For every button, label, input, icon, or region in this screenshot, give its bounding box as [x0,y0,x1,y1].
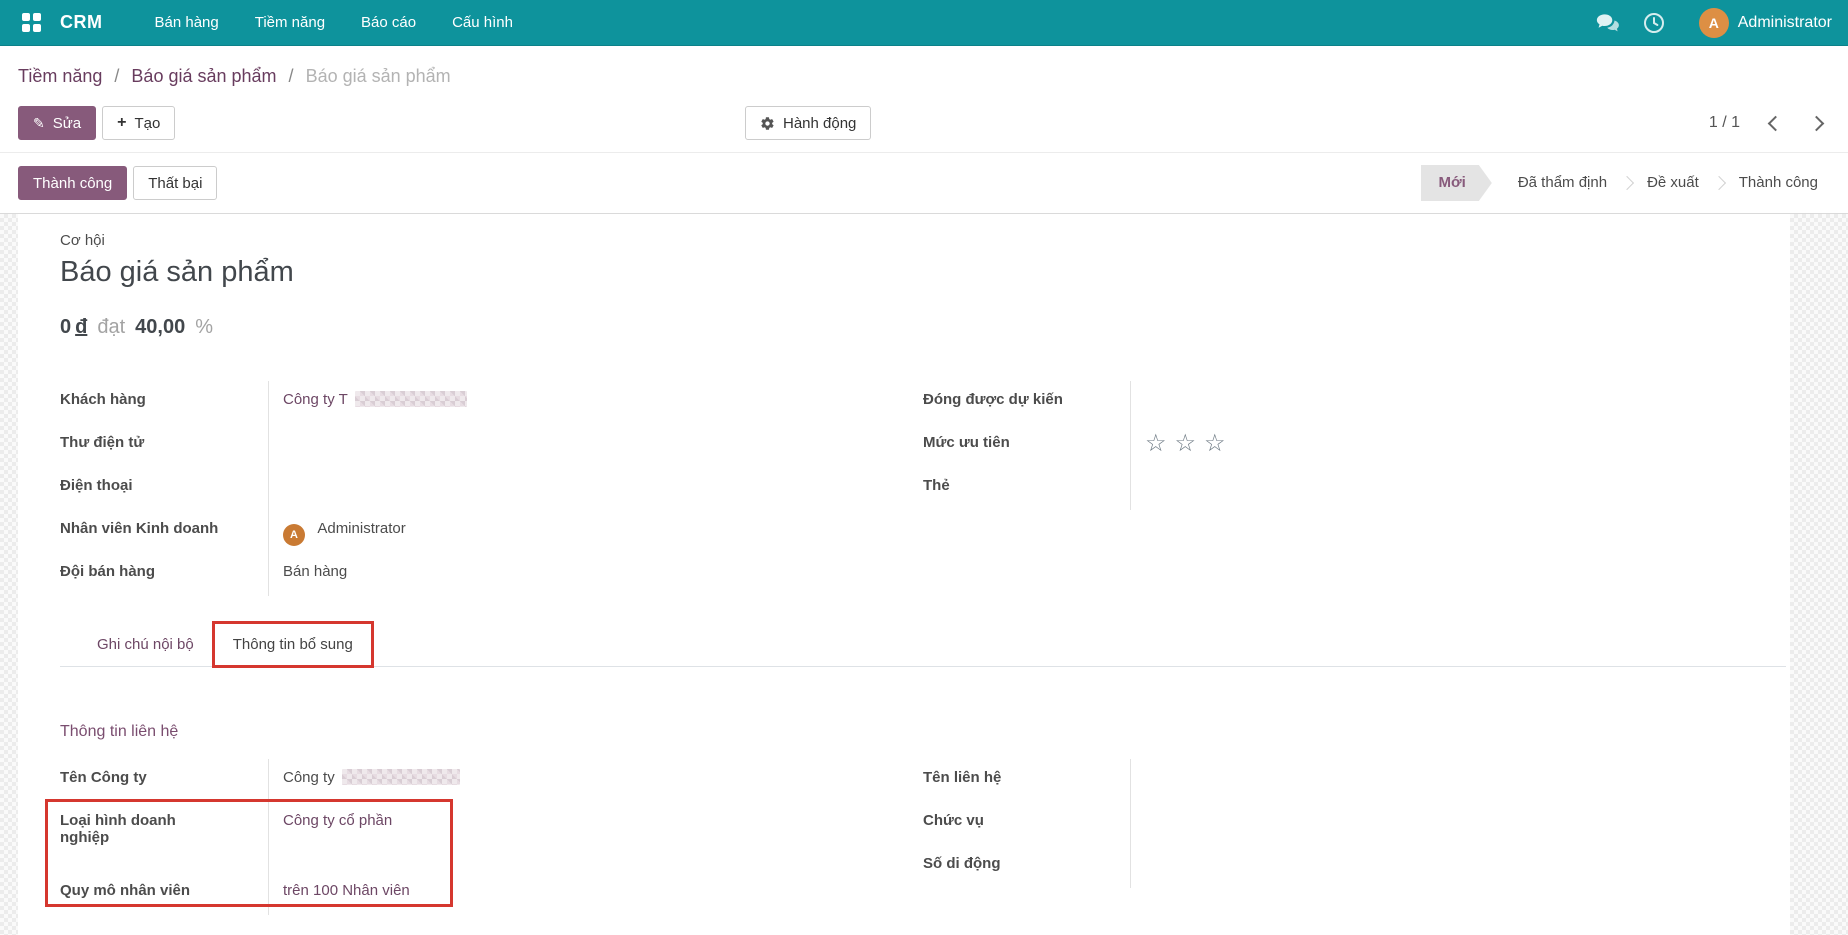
star-icon[interactable]: ☆ [1145,430,1175,457]
field-label-company-name: Tên Công ty [60,769,147,786]
messages-icon[interactable] [1585,0,1631,46]
app-name[interactable]: CRM [60,12,103,33]
mark-lost-button[interactable]: Thất bại [133,166,218,200]
field-value-phone [268,467,905,510]
expected-revenue-line: 0đ đạt 40,00 % [60,316,1790,339]
field-label-expected-closing: Đóng được dự kiến [923,391,1063,408]
action-menu-button[interactable]: Hành động [745,106,872,140]
field-value-email [268,424,905,467]
priority-stars[interactable]: ☆☆☆ [1130,424,1790,467]
menu-tiem-nang[interactable]: Tiềm năng [237,0,343,46]
breadcrumb-link-tiem-nang[interactable]: Tiềm năng [18,66,102,86]
star-icon[interactable]: ☆ [1175,430,1205,457]
field-value-mobile[interactable] [1130,845,1790,888]
field-value-company-size[interactable]: trên 100 Nhân viên [268,872,905,915]
stage-thanh-cong[interactable]: Thành công [1721,165,1836,201]
field-value-tags[interactable] [1130,467,1790,510]
record-type-label: Cơ hội [60,232,105,249]
currency-symbol: đ [75,316,88,338]
breadcrumb-separator: / [114,66,120,86]
field-label-company-type: Loại hình doanh nghiệp [60,812,176,846]
create-button[interactable]: + Tạo [102,106,176,140]
company-name-text: Công ty [283,769,335,786]
stage-de-xuat[interactable]: Đề xuất [1629,165,1717,201]
page-title: Báo giá sản phẩm [60,256,294,288]
field-label-sales-team: Đội bán hàng [60,563,155,580]
redacted-customer-name [354,391,467,407]
pager-counter: 1 / 1 [1708,114,1740,131]
menu-ban-hang[interactable]: Bán hàng [137,0,237,46]
mark-won-button[interactable]: Thành công [18,166,128,200]
user-avatar[interactable]: A [1698,7,1729,38]
plus-icon: + [117,114,127,131]
activities-clock-icon[interactable] [1631,0,1677,46]
field-value-contact-name[interactable] [1130,759,1790,802]
user-menu[interactable]: Administrator [1738,14,1832,32]
breadcrumb-link-bao-gia[interactable]: Báo giá sản phẩm [131,66,276,86]
field-value-job-position[interactable] [1130,802,1790,845]
contact-group-right: Tên liên hệ Chức vụ Số di động [923,759,1790,915]
field-label-company-size: Quy mô nhân viên [60,882,191,899]
field-value-expected-closing[interactable] [1130,381,1790,424]
apps-grid-icon[interactable] [22,12,42,33]
breadcrumb: Tiềm năng / Báo giá sản phẩm / Báo giá s… [0,46,1848,100]
stage-moi[interactable]: Mới [1421,165,1492,201]
notebook-tabs: Ghi chú nội bộ Thông tin bổ sung [60,621,1786,668]
field-label-email: Thư điện tử [60,434,145,451]
gear-icon [761,116,774,130]
top-navbar: CRM Bán hàng Tiềm năng Báo cáo Cấu hình … [0,0,1848,46]
form-sheet: Cơ hội Báo giá sản phẩm 0đ đạt 40,00 % K… [18,214,1790,935]
customer-link[interactable]: Công ty T [283,391,347,408]
tab-extra-info[interactable]: Thông tin bổ sung [211,621,374,668]
revenue-amount: 0đ [60,316,88,338]
pager: 1 / 1 [1708,114,1825,132]
control-panel-buttons: ✎ Sửa + Tạo Hành động 1 / 1 [0,100,1848,152]
edit-button[interactable]: ✎ Sửa [18,106,97,140]
field-label-contact-name: Tên liên hệ [923,769,1002,786]
tab-internal-notes[interactable]: Ghi chú nội bộ [78,623,213,666]
stage-da-tham-dinh[interactable]: Đã thẩm định [1500,165,1625,201]
salesperson-name[interactable]: Administrator [317,520,405,537]
field-label-mobile: Số di động [923,855,1001,872]
field-group-right: Đóng được dự kiến Mức ưu tiên ☆☆☆ Thẻ [923,381,1790,596]
sheet-left-margin [0,214,18,935]
pencil-icon: ✎ [33,114,45,131]
stage-pipeline: Mới Đã thẩm định Đề xuất Thành công [1421,165,1848,201]
statusbar: Thành công Thất bại Mới Đã thẩm định Đề … [0,152,1848,214]
star-icon[interactable]: ☆ [1204,430,1234,457]
menu-cau-hinh[interactable]: Cấu hình [434,0,531,46]
field-group-left: Khách hàng Công ty T Thư điện tử Điện th… [60,381,905,596]
breadcrumb-separator: / [288,66,294,86]
contact-group-left: Tên Công ty Công ty Loại hình doanh nghi… [45,759,905,915]
contact-info-heading: Thông tin liên hệ [60,723,179,740]
pager-previous-icon[interactable] [1767,115,1784,131]
revenue-join-word: đạt [97,316,126,338]
field-value-company-type[interactable]: Công ty cổ phần [268,802,905,872]
field-label-priority: Mức ưu tiên [923,434,1010,451]
field-label-job-position: Chức vụ [923,812,984,829]
redacted-company-name [341,769,460,785]
field-label-phone: Điện thoại [60,477,133,494]
sheet-right-margin [1790,214,1848,935]
pager-next-icon[interactable] [1808,115,1825,131]
field-label-salesperson: Nhân viên Kinh doanh [60,520,219,537]
field-label-tags: Thẻ [923,477,950,494]
field-value-sales-team[interactable]: Bán hàng [268,553,905,596]
menu-bao-cao[interactable]: Báo cáo [343,0,434,46]
breadcrumb-current: Báo giá sản phẩm [305,66,451,86]
field-value-company-name: Công ty [268,759,905,802]
field-value-customer: Công ty T [268,381,905,424]
probability-value: 40,00 [135,316,186,338]
field-value-salesperson[interactable]: A Administrator [268,510,905,553]
field-label-customer: Khách hàng [60,391,146,408]
percent-sign: % [195,316,214,338]
salesperson-avatar: A [283,524,305,546]
